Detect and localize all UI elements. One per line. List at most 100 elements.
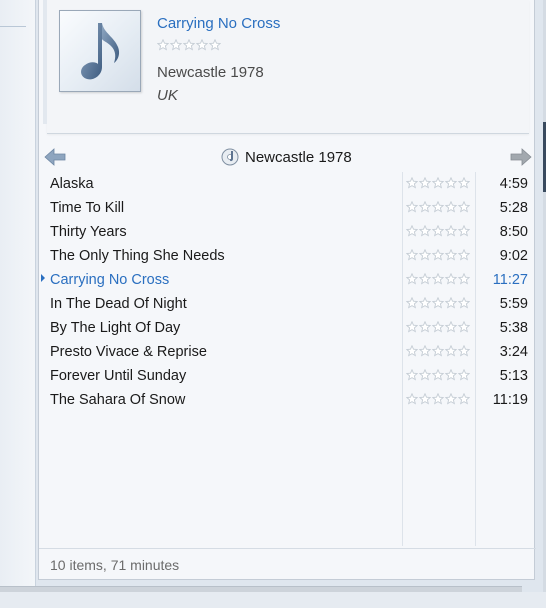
star-icon[interactable] xyxy=(458,393,470,405)
track-title: Carrying No Cross xyxy=(50,272,170,288)
divider xyxy=(0,26,26,27)
star-icon[interactable] xyxy=(209,39,221,51)
star-icon[interactable] xyxy=(458,369,470,381)
now-playing-album[interactable]: Newcastle 1978 xyxy=(157,64,264,81)
star-icon[interactable] xyxy=(406,345,418,357)
star-icon[interactable] xyxy=(432,369,444,381)
star-icon[interactable] xyxy=(458,345,470,357)
star-icon[interactable] xyxy=(445,345,457,357)
star-icon[interactable] xyxy=(406,249,418,261)
star-icon[interactable] xyxy=(406,321,418,333)
star-icon[interactable] xyxy=(406,369,418,381)
track-row[interactable]: In The Dead Of Night 5:59 xyxy=(39,292,536,316)
track-duration: 11:19 xyxy=(492,392,528,408)
star-icon[interactable] xyxy=(432,297,444,309)
star-icon[interactable] xyxy=(170,39,182,51)
track-row[interactable]: The Sahara Of Snow 11:19 xyxy=(39,388,536,412)
track-row[interactable]: The Only Thing She Needs 9:02 xyxy=(39,244,536,268)
track-row[interactable]: Alaska 4:59 xyxy=(39,172,536,196)
track-row[interactable]: Thirty Years 8:50 xyxy=(39,220,536,244)
track-rating[interactable] xyxy=(406,345,470,357)
star-icon[interactable] xyxy=(406,297,418,309)
track-rating[interactable] xyxy=(406,249,470,261)
disc-icon xyxy=(221,148,239,166)
now-playing-indicator-icon xyxy=(41,274,45,282)
track-rating[interactable] xyxy=(406,201,470,213)
star-icon[interactable] xyxy=(458,297,470,309)
star-icon[interactable] xyxy=(196,39,208,51)
track-row[interactable]: By The Light Of Day 5:38 xyxy=(39,316,536,340)
star-icon[interactable] xyxy=(432,345,444,357)
star-icon[interactable] xyxy=(458,177,470,189)
track-rating[interactable] xyxy=(406,393,470,405)
track-title: The Sahara Of Snow xyxy=(50,392,186,408)
star-icon[interactable] xyxy=(445,369,457,381)
star-icon[interactable] xyxy=(432,321,444,333)
star-icon[interactable] xyxy=(419,345,431,357)
album-label: Newcastle 1978 xyxy=(245,148,352,166)
star-icon[interactable] xyxy=(406,273,418,285)
star-icon[interactable] xyxy=(432,225,444,237)
track-rating[interactable] xyxy=(406,225,470,237)
star-icon[interactable] xyxy=(419,225,431,237)
star-icon[interactable] xyxy=(432,273,444,285)
star-icon[interactable] xyxy=(458,273,470,285)
rating-stars[interactable] xyxy=(157,39,221,51)
star-icon[interactable] xyxy=(432,393,444,405)
star-icon[interactable] xyxy=(419,321,431,333)
star-icon[interactable] xyxy=(406,201,418,213)
star-icon[interactable] xyxy=(445,273,457,285)
now-playing-artist[interactable]: UK xyxy=(157,87,178,104)
album-art[interactable] xyxy=(59,10,141,92)
track-row-playing[interactable]: Carrying No Cross 11:27 xyxy=(39,268,536,292)
star-icon[interactable] xyxy=(445,177,457,189)
now-playing-rating[interactable] xyxy=(157,39,221,51)
track-title: Time To Kill xyxy=(50,200,125,216)
star-icon[interactable] xyxy=(445,249,457,261)
now-playing-title[interactable]: Carrying No Cross xyxy=(157,15,280,32)
track-title: The Only Thing She Needs xyxy=(50,248,225,264)
star-icon[interactable] xyxy=(432,177,444,189)
star-icon[interactable] xyxy=(458,201,470,213)
star-icon[interactable] xyxy=(406,393,418,405)
star-icon[interactable] xyxy=(406,177,418,189)
track-duration: 5:38 xyxy=(499,320,528,336)
track-duration: 11:27 xyxy=(492,272,528,288)
star-icon[interactable] xyxy=(432,249,444,261)
header-side-bar xyxy=(43,0,47,124)
bottom-bar xyxy=(0,592,546,608)
star-icon[interactable] xyxy=(432,201,444,213)
star-icon[interactable] xyxy=(445,297,457,309)
star-icon[interactable] xyxy=(445,201,457,213)
star-icon[interactable] xyxy=(157,39,169,51)
star-icon[interactable] xyxy=(183,39,195,51)
star-icon[interactable] xyxy=(445,393,457,405)
star-icon[interactable] xyxy=(445,321,457,333)
track-rating[interactable] xyxy=(406,297,470,309)
star-icon[interactable] xyxy=(458,321,470,333)
star-icon[interactable] xyxy=(419,369,431,381)
track-row[interactable]: Presto Vivace & Reprise 3:24 xyxy=(39,340,536,364)
track-rating[interactable] xyxy=(406,321,470,333)
star-icon[interactable] xyxy=(419,249,431,261)
track-row[interactable]: Time To Kill 5:28 xyxy=(39,196,536,220)
star-icon[interactable] xyxy=(445,225,457,237)
star-icon[interactable] xyxy=(406,225,418,237)
forward-arrow-icon[interactable] xyxy=(510,148,532,166)
star-icon[interactable] xyxy=(419,177,431,189)
track-rating[interactable] xyxy=(406,369,470,381)
track-title: Alaska xyxy=(50,176,94,192)
track-rating[interactable] xyxy=(406,177,470,189)
now-playing-header: Carrying No Cross Newcastle 1978 UK xyxy=(43,0,529,134)
track-rating[interactable] xyxy=(406,273,470,285)
track-title: Forever Until Sunday xyxy=(50,368,187,384)
star-icon[interactable] xyxy=(419,201,431,213)
star-icon[interactable] xyxy=(458,225,470,237)
star-icon[interactable] xyxy=(419,273,431,285)
star-icon[interactable] xyxy=(419,393,431,405)
album-selector[interactable]: Newcastle 1978 xyxy=(221,147,352,167)
track-row[interactable]: Forever Until Sunday 5:13 xyxy=(39,364,536,388)
star-icon[interactable] xyxy=(419,297,431,309)
back-arrow-icon[interactable] xyxy=(44,148,66,166)
star-icon[interactable] xyxy=(458,249,470,261)
